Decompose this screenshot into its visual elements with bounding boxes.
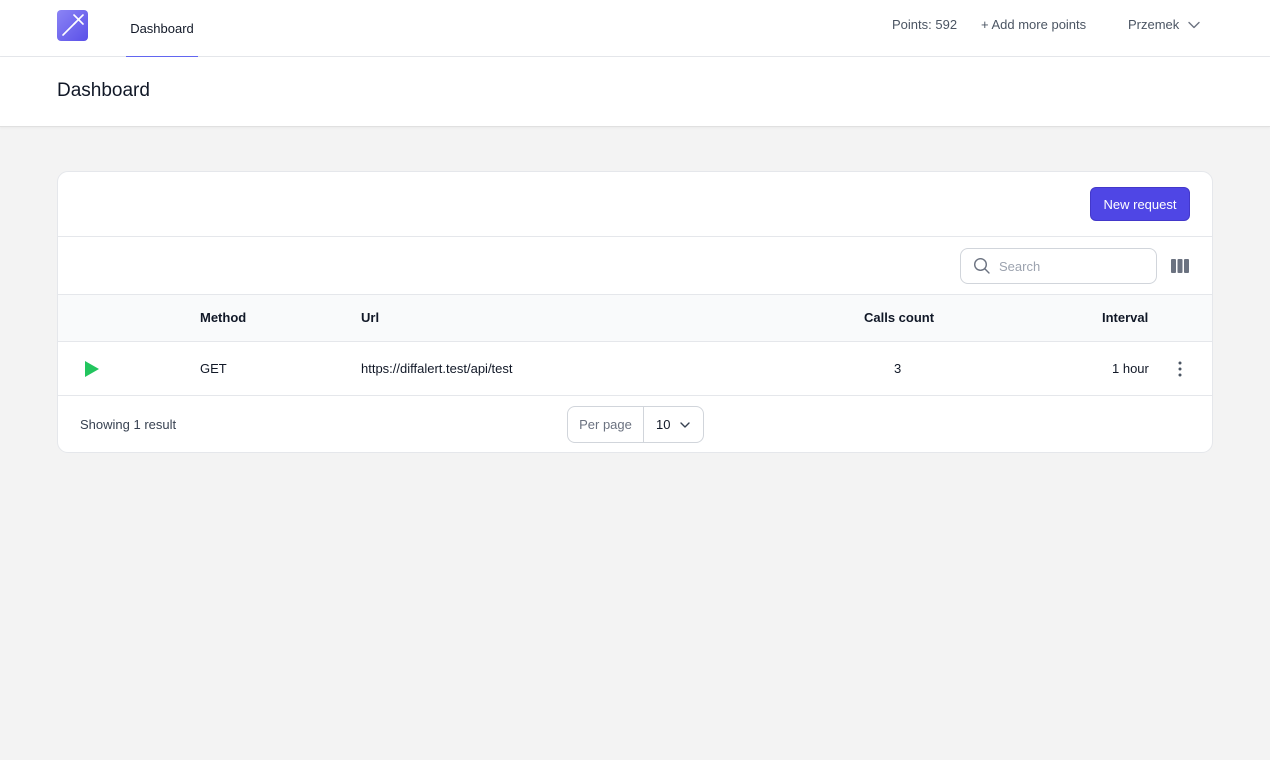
- top-navigation: Dashboard Points: 592 + Add more points …: [0, 0, 1270, 58]
- search-input[interactable]: [999, 258, 1149, 274]
- columns-toggle-icon[interactable]: [1171, 258, 1189, 274]
- column-header-method[interactable]: Method: [200, 310, 246, 325]
- points-counter: Points: 592: [892, 17, 958, 32]
- add-points-link[interactable]: + Add more points: [981, 17, 1086, 32]
- more-options-icon[interactable]: [1174, 360, 1186, 378]
- chevron-down-icon: [680, 421, 690, 428]
- row-method: GET: [200, 361, 227, 376]
- nav-tab-label: Dashboard: [130, 21, 194, 36]
- per-page-label: Per page: [568, 407, 644, 442]
- per-page-value: 10: [656, 417, 671, 432]
- search-box[interactable]: [960, 248, 1157, 284]
- per-page-select[interactable]: 10: [644, 407, 703, 442]
- logo-mark-icon: [62, 14, 84, 36]
- page-title: Dashboard: [57, 80, 150, 101]
- table-row[interactable]: GET https://diffalert.test/api/test 3 1 …: [58, 342, 1212, 396]
- table-header: Method Url Calls count Interval: [58, 295, 1212, 342]
- requests-card: New request Method Url Calls count Inter…: [57, 171, 1213, 453]
- app-logo[interactable]: [57, 10, 88, 41]
- column-header-calls-count[interactable]: Calls count: [864, 310, 934, 325]
- play-icon[interactable]: [84, 361, 100, 377]
- row-interval: 1 hour: [1112, 361, 1149, 376]
- user-name: Przemek: [1128, 17, 1180, 32]
- new-request-button[interactable]: New request: [1090, 187, 1190, 221]
- column-header-url[interactable]: Url: [361, 310, 379, 325]
- chevron-down-icon: [1188, 21, 1200, 28]
- search-icon: [973, 257, 990, 274]
- nav-tab-dashboard[interactable]: Dashboard: [126, 0, 198, 58]
- per-page-control: Per page 10: [567, 406, 704, 443]
- user-menu[interactable]: Przemek: [1128, 17, 1201, 32]
- row-calls-count: 3: [894, 361, 902, 376]
- table-toolbar: [58, 237, 1212, 295]
- row-url: https://diffalert.test/api/test: [361, 361, 513, 376]
- results-count: Showing 1 result: [80, 417, 177, 432]
- page-header: Dashboard: [0, 57, 1270, 127]
- column-header-interval[interactable]: Interval: [1102, 310, 1148, 325]
- card-header: New request: [58, 172, 1212, 237]
- table-footer: Showing 1 result Per page 10: [58, 396, 1212, 452]
